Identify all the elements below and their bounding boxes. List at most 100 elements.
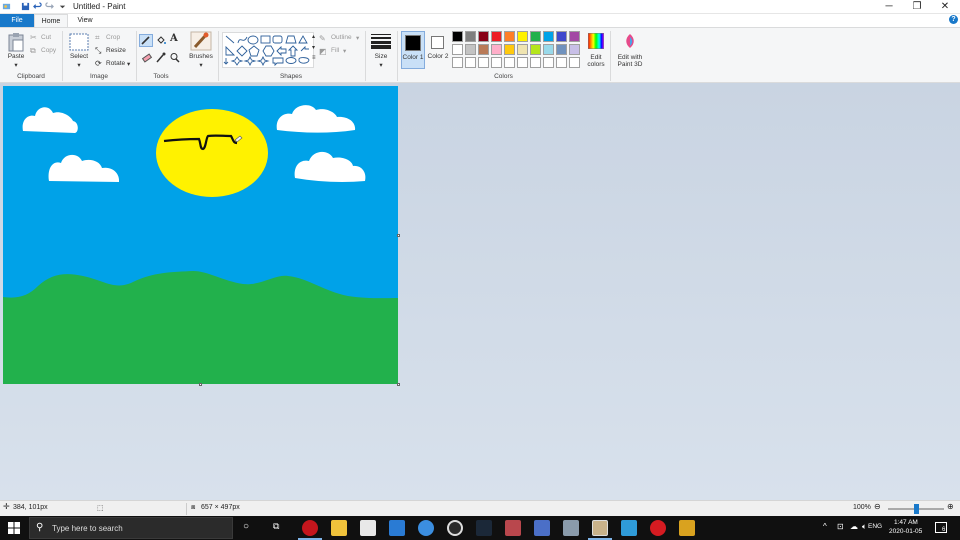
palette-swatch[interactable] (452, 31, 463, 42)
cut-icon[interactable]: ✂ (30, 33, 37, 42)
rotate-icon[interactable]: ⟳ (95, 59, 102, 68)
palette-swatch[interactable] (530, 44, 541, 55)
volume-icon[interactable]: 🔈︎ (862, 522, 867, 532)
shapes-more-icon[interactable]: ≡ (312, 55, 316, 61)
rotate-button[interactable]: Rotate (106, 60, 125, 67)
opera-icon[interactable] (302, 520, 318, 536)
palette-swatch[interactable] (504, 31, 515, 42)
shapes-gallery[interactable] (222, 32, 314, 68)
palette-swatch[interactable] (517, 44, 528, 55)
palette-swatch[interactable] (530, 31, 541, 42)
paint-taskbar-icon[interactable] (592, 520, 608, 536)
fill-dropdown-icon[interactable]: ▾ (343, 47, 346, 55)
rotate-dropdown-icon[interactable]: ▾ (127, 60, 130, 68)
crop-button[interactable]: Crop (106, 34, 120, 41)
text-tool-icon[interactable]: A (170, 33, 178, 44)
tab-home[interactable]: Home (34, 14, 68, 27)
close-button[interactable]: ✕ (938, 1, 952, 13)
select-icon[interactable] (69, 33, 89, 51)
task-view-icon[interactable]: ⧉ (273, 521, 279, 532)
app-icon-purple[interactable] (534, 520, 550, 536)
outline-dropdown-icon[interactable]: ▾ (356, 34, 359, 42)
fill-bucket-icon[interactable] (155, 35, 167, 46)
size-button[interactable]: Size (369, 53, 393, 60)
paste-icon[interactable] (7, 32, 25, 52)
zoom-slider[interactable] (888, 504, 944, 514)
resize-handle-corner[interactable] (397, 383, 400, 386)
windows-start-icon[interactable] (8, 522, 20, 534)
brushes-icon[interactable] (190, 31, 212, 51)
palette-swatch[interactable] (478, 44, 489, 55)
palette-swatch[interactable] (569, 31, 580, 42)
app-icon-blue[interactable] (418, 520, 434, 536)
palette-swatch[interactable] (543, 57, 554, 68)
palette-swatch[interactable] (465, 57, 476, 68)
resize-handle-right[interactable] (397, 234, 400, 237)
eraser-icon[interactable] (141, 52, 153, 63)
taskbar-search-box[interactable]: ⚲ Type here to search (29, 517, 233, 539)
outline-icon[interactable]: ✎ (319, 34, 326, 43)
language-indicator[interactable]: ENG (868, 523, 882, 530)
fill-icon[interactable]: ◩ (319, 47, 327, 56)
app-icon-cyan[interactable] (621, 520, 637, 536)
outline-button[interactable]: Outline (331, 34, 352, 41)
tray-overflow-icon[interactable]: ^ (823, 522, 827, 531)
app-icon-red[interactable] (505, 520, 521, 536)
palette-swatch[interactable] (491, 57, 502, 68)
color2-selector[interactable]: Color 2 (427, 31, 449, 69)
cut-button[interactable]: Cut (41, 34, 51, 41)
notifications-icon[interactable]: 6 (935, 522, 947, 533)
palette-swatch[interactable] (452, 44, 463, 55)
onedrive-icon[interactable]: ☁ (850, 522, 858, 531)
size-icon[interactable] (371, 33, 391, 49)
palette-swatch[interactable] (556, 31, 567, 42)
color1-selector[interactable]: Color 1 (401, 31, 425, 69)
zoom-slider-thumb[interactable] (913, 504, 919, 514)
clock-date[interactable]: 2020-01-05 (889, 528, 922, 535)
magnifier-icon[interactable] (169, 52, 181, 63)
palette-swatch[interactable] (465, 31, 476, 42)
crop-icon[interactable]: ⌗ (95, 33, 100, 43)
minimize-button[interactable]: ─ (882, 1, 896, 13)
file-explorer-icon[interactable] (331, 520, 347, 536)
mail-icon[interactable] (360, 520, 376, 536)
media-player-icon[interactable] (679, 520, 695, 536)
palette-swatch[interactable] (517, 31, 528, 42)
undo-icon[interactable] (33, 2, 42, 11)
select-dropdown-icon[interactable]: ▾ (75, 61, 83, 69)
palette-swatch[interactable] (491, 31, 502, 42)
shapes-scroll-down-icon[interactable]: ▾ (312, 44, 315, 51)
brushes-button[interactable]: Brushes (187, 53, 215, 60)
canvas-area[interactable] (0, 83, 960, 500)
palette-swatch[interactable] (491, 44, 502, 55)
palette-swatch[interactable] (478, 31, 489, 42)
brushes-dropdown-icon[interactable]: ▾ (197, 61, 205, 69)
network-icon[interactable]: ⊡ (837, 522, 844, 531)
resize-handle-bottom[interactable] (199, 383, 202, 386)
size-dropdown-icon[interactable]: ▾ (377, 61, 385, 69)
select-button[interactable]: Select (67, 53, 91, 60)
drawing-canvas[interactable] (3, 86, 398, 384)
zoom-in-icon[interactable]: ⊕ (947, 502, 954, 511)
resize-button[interactable]: Resize (106, 47, 126, 54)
shapes-icon[interactable] (223, 33, 313, 67)
palette-swatch[interactable] (452, 57, 463, 68)
clock-time[interactable]: 1:47 AM (894, 519, 918, 526)
app-icon-gray[interactable] (563, 520, 579, 536)
copy-button[interactable]: Copy (41, 47, 56, 54)
paste-button[interactable]: Paste (6, 53, 26, 60)
steam-icon[interactable] (476, 520, 492, 536)
obs-icon[interactable] (447, 520, 463, 536)
paint3d-button[interactable]: Edit with Paint 3D (612, 31, 648, 71)
palette-swatch[interactable] (504, 57, 515, 68)
palette-swatch[interactable] (517, 57, 528, 68)
fill-button[interactable]: Fill (331, 47, 339, 54)
color-picker-icon[interactable] (155, 52, 167, 63)
copy-icon[interactable]: ⧉ (30, 46, 36, 56)
redo-icon[interactable] (45, 2, 54, 11)
restore-button[interactable]: ❐ (910, 1, 924, 13)
visual-studio-icon[interactable] (389, 520, 405, 536)
cortana-icon[interactable]: ○ (243, 521, 249, 532)
palette-swatch[interactable] (569, 57, 580, 68)
app-icon-splat[interactable] (650, 520, 666, 536)
